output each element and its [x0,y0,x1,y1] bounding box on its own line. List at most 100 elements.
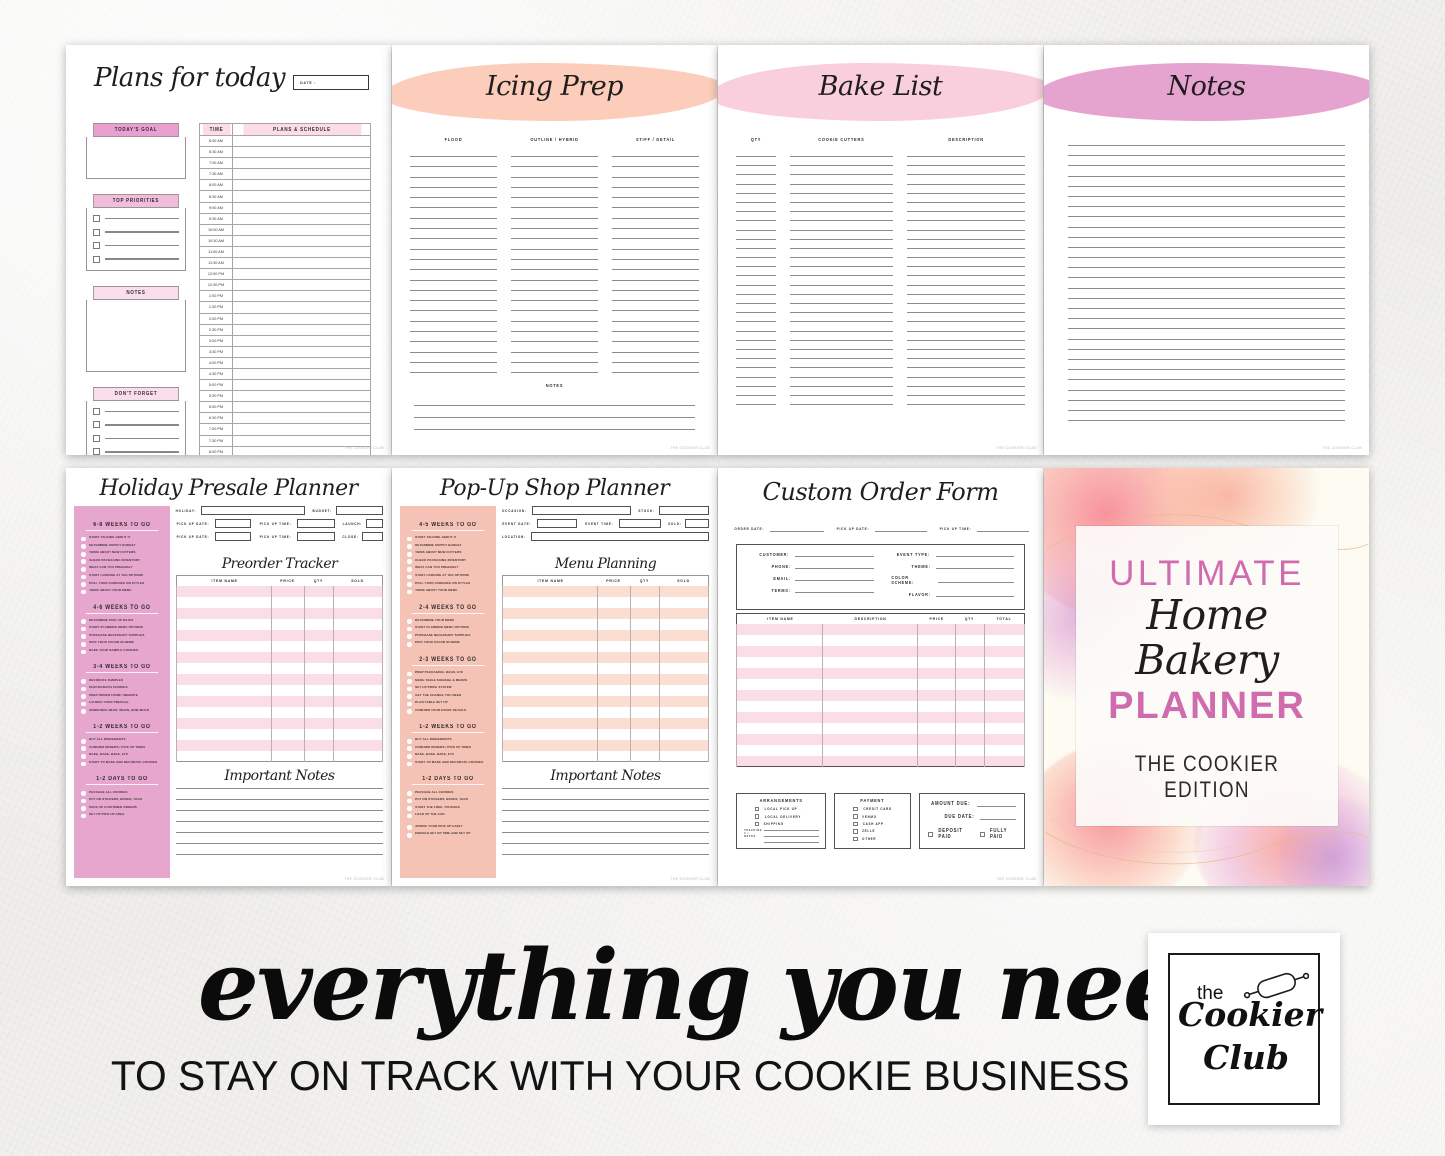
write-line[interactable] [1068,308,1345,309]
write-line[interactable] [511,320,598,322]
table-cell[interactable] [270,662,305,674]
write-line[interactable] [906,266,1025,268]
write-line[interactable] [736,312,776,314]
table-cell[interactable] [658,662,710,674]
table-row[interactable] [176,596,384,608]
tracking-line[interactable] [764,836,820,838]
table-cell[interactable] [332,618,384,630]
brand-logo-card[interactable]: the Cookier Club [1148,933,1340,1125]
schedule-row[interactable]: 1:30 PM [199,301,371,314]
table-cell[interactable] [917,689,956,701]
info-field[interactable]: COLOR SCHEME: [888,575,1014,585]
table-cell[interactable] [658,640,710,652]
table-cell[interactable] [176,629,272,641]
field-input-pickup-time-2[interactable] [297,532,335,541]
timeline-item[interactable]: DETERMINE SUPPLY BUDGET [400,543,496,551]
table-cell[interactable] [735,667,824,679]
table-row[interactable] [735,645,1026,657]
write-line[interactable] [736,275,776,277]
table-cell[interactable] [735,755,824,767]
checkbox-icon[interactable] [93,434,100,442]
table-cell[interactable] [332,739,384,751]
table-cell[interactable] [270,618,305,630]
table-cell[interactable] [332,629,384,641]
schedule-entry[interactable] [232,390,371,403]
page-bake-list[interactable]: Bake List QTY COOKIE CUTTERS DESCRIPTION… [718,45,1043,455]
checkbox-icon[interactable] [853,836,858,841]
table-cell[interactable] [735,678,824,690]
timeline-item[interactable]: START TALKING ABOUT IT [74,535,170,543]
write-line[interactable] [410,156,497,157]
table-cell[interactable] [658,629,710,641]
table-cell[interactable] [735,634,824,646]
field-line-pickup-date[interactable] [875,531,927,532]
table-row[interactable] [735,744,1026,756]
write-lines[interactable] [1068,145,1345,430]
table-cell[interactable] [270,684,305,696]
table-cell[interactable] [629,739,660,751]
schedule-entry[interactable] [232,257,371,270]
timeline-item[interactable]: THINK ABOUT NEW CUTTERS [74,550,170,558]
page-plans-for-today[interactable]: Plans for today DATE : TODAY'S GOAL TOP … [66,45,391,455]
table-cell[interactable] [954,656,985,668]
schedule-entry[interactable] [232,134,371,148]
write-line[interactable] [410,341,497,343]
table-cell[interactable] [502,750,598,762]
write-line[interactable] [1068,175,1345,177]
table-cell[interactable] [596,750,631,762]
write-line[interactable] [410,248,497,250]
write-line[interactable] [410,320,497,322]
table-row[interactable] [502,585,710,597]
write-line[interactable] [736,385,776,387]
timeline-item[interactable]: BAKE YOUR SAMPLE COOKIES [74,648,170,656]
table-row[interactable] [176,706,384,718]
info-field-line[interactable] [938,582,1014,583]
write-line[interactable] [790,367,893,369]
write-line[interactable] [790,201,893,203]
table-cell[interactable] [176,706,272,718]
write-line[interactable] [736,339,776,341]
write-line[interactable] [612,258,699,260]
timeline-item[interactable]: PUT ON STICKERS, BOXES, TAGS [400,797,496,805]
write-line[interactable] [736,394,776,396]
table-cell[interactable] [658,750,710,762]
timeline-item[interactable]: ARRIVE YOUR PICK UP EARLY [400,824,496,832]
table-row[interactable] [176,684,384,696]
write-line[interactable] [906,339,1025,341]
schedule-row[interactable]: 8:00 AM [199,179,371,192]
table-cell[interactable] [629,695,660,707]
write-line[interactable] [1068,338,1345,340]
timeline-item[interactable]: START TO MAKE AND DECORATE COOKIES [400,760,496,768]
write-line[interactable] [736,183,776,185]
write-line[interactable] [511,176,598,178]
timeline-item[interactable]: PACK UP CUSTOMER ORDERS [74,805,170,813]
table-cell[interactable] [917,700,956,712]
table-row[interactable] [735,711,1026,723]
table-cell[interactable] [596,640,631,652]
table-cell[interactable] [270,596,305,608]
option-row[interactable]: LOCAL PICK UP [743,807,819,812]
timeline-item[interactable]: CHECK PACKAGING INVENTORY [74,558,170,566]
schedule-row[interactable]: 8:30 AM [199,190,371,203]
table-cell[interactable] [735,656,824,668]
schedule-entry[interactable] [232,190,371,203]
table-row[interactable] [176,640,384,652]
write-line[interactable] [511,279,598,281]
table-cell[interactable] [303,750,334,762]
table-cell[interactable] [176,651,272,663]
page-notes[interactable]: Notes THE COOKIER CLUB [1044,45,1369,455]
write-line[interactable] [502,854,709,855]
table-cell[interactable] [629,673,660,685]
table-cell[interactable] [822,667,919,679]
table-cell[interactable] [954,634,985,646]
deposit-paid-option[interactable]: DEPOSIT PAID [928,828,970,840]
write-line[interactable] [612,289,699,291]
table-cell[interactable] [822,733,919,745]
timeline-item[interactable]: PLAN TABLE SET UP [400,700,496,708]
schedule-entry[interactable] [232,223,371,236]
schedule-entry[interactable] [232,290,371,303]
checklist-row[interactable] [87,445,185,455]
table-cell[interactable] [596,717,631,729]
write-line[interactable] [511,289,598,291]
timeline-item[interactable]: THINK ABOUT NEW CUTTERS [400,550,496,558]
